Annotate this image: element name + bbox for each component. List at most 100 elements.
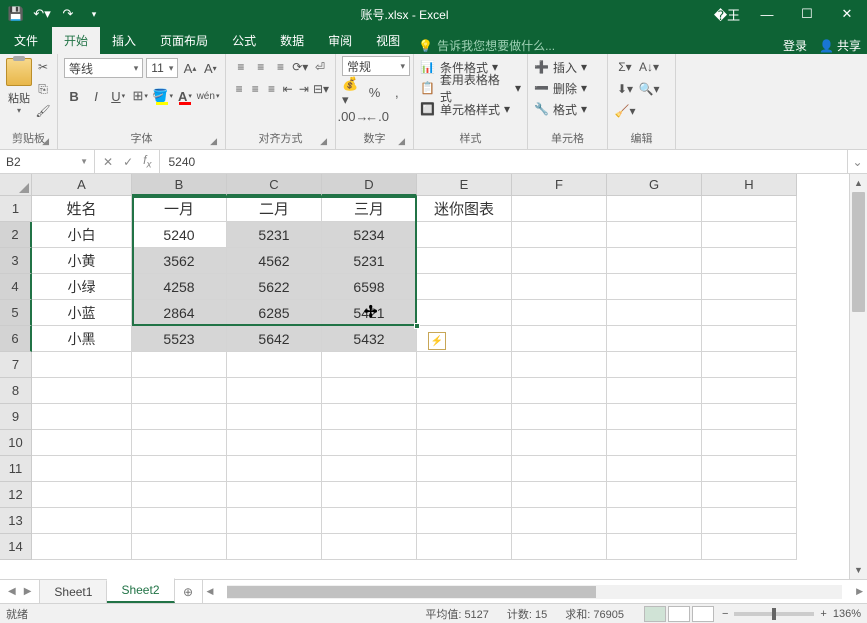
- tab-formulas[interactable]: 公式: [220, 27, 268, 54]
- cells-area[interactable]: 姓名一月二月三月迷你图表小白524052315234小黄356245625231…: [32, 196, 849, 560]
- row-header-1[interactable]: 1: [0, 196, 32, 222]
- increase-font-button[interactable]: A▴: [181, 56, 198, 80]
- format-painter-button[interactable]: 🖌: [34, 102, 52, 120]
- align-bottom-button[interactable]: ≡: [272, 56, 290, 78]
- cell-E11[interactable]: [417, 456, 512, 482]
- cell-F12[interactable]: [512, 482, 607, 508]
- row-header-5[interactable]: 5: [0, 300, 32, 326]
- cell-F2[interactable]: [512, 222, 607, 248]
- decrease-decimal-button[interactable]: ←.0: [366, 104, 388, 128]
- zoom-level[interactable]: 136%: [833, 608, 861, 620]
- bold-button[interactable]: B: [64, 84, 84, 108]
- underline-button[interactable]: U▾: [108, 84, 128, 108]
- merge-button[interactable]: ⊟▾: [313, 78, 329, 100]
- cell-B6[interactable]: 5523: [132, 326, 227, 352]
- cell-C5[interactable]: 6285: [227, 300, 322, 326]
- cell-H1[interactable]: [702, 196, 797, 222]
- cell-G13[interactable]: [607, 508, 702, 534]
- cell-B2[interactable]: 5240: [132, 222, 227, 248]
- cell-H4[interactable]: [702, 274, 797, 300]
- row-header-11[interactable]: 11: [0, 456, 32, 482]
- cell-H2[interactable]: [702, 222, 797, 248]
- cell-H14[interactable]: [702, 534, 797, 560]
- font-color-button[interactable]: A▾: [175, 84, 195, 108]
- cell-G1[interactable]: [607, 196, 702, 222]
- cell-styles-button[interactable]: 🔲单元格样式 ▾: [420, 99, 521, 119]
- italic-button[interactable]: I: [86, 84, 106, 108]
- cell-D14[interactable]: [322, 534, 417, 560]
- cancel-formula-icon[interactable]: ✕: [103, 155, 113, 169]
- share-button[interactable]: 👤共享: [819, 37, 861, 54]
- cell-H9[interactable]: [702, 404, 797, 430]
- cell-G5[interactable]: [607, 300, 702, 326]
- formula-input[interactable]: 5240: [160, 155, 847, 169]
- cell-E4[interactable]: [417, 274, 512, 300]
- cell-C1[interactable]: 二月: [227, 196, 322, 222]
- select-all-button[interactable]: [0, 174, 32, 196]
- cell-F1[interactable]: [512, 196, 607, 222]
- column-header-A[interactable]: A: [32, 174, 132, 196]
- scroll-up-button[interactable]: ▲: [850, 174, 867, 192]
- cell-D10[interactable]: [322, 430, 417, 456]
- cell-E1[interactable]: 迷你图表: [417, 196, 512, 222]
- align-left-button[interactable]: ≡: [232, 78, 246, 100]
- orientation-button[interactable]: ⟳▾: [291, 56, 309, 78]
- cell-D9[interactable]: [322, 404, 417, 430]
- tab-home[interactable]: 开始: [52, 27, 100, 54]
- cell-H8[interactable]: [702, 378, 797, 404]
- cell-E13[interactable]: [417, 508, 512, 534]
- cell-E14[interactable]: [417, 534, 512, 560]
- cell-D8[interactable]: [322, 378, 417, 404]
- cell-D12[interactable]: [322, 482, 417, 508]
- cell-F14[interactable]: [512, 534, 607, 560]
- cell-C9[interactable]: [227, 404, 322, 430]
- cell-B1[interactable]: 一月: [132, 196, 227, 222]
- align-launcher[interactable]: ◢: [320, 136, 327, 147]
- cell-C2[interactable]: 5231: [227, 222, 322, 248]
- close-button[interactable]: ✕: [827, 0, 867, 28]
- cell-B5[interactable]: 2864: [132, 300, 227, 326]
- minimize-button[interactable]: —: [747, 0, 787, 28]
- enter-formula-icon[interactable]: ✓: [123, 155, 133, 169]
- tab-insert[interactable]: 插入: [100, 27, 148, 54]
- align-right-button[interactable]: ≡: [264, 78, 278, 100]
- horizontal-scroll-thumb[interactable]: [227, 586, 596, 598]
- cell-E5[interactable]: [417, 300, 512, 326]
- normal-view-button[interactable]: [644, 606, 666, 622]
- cell-A2[interactable]: 小白: [32, 222, 132, 248]
- format-cells-button[interactable]: 🔧格式 ▾: [534, 99, 601, 119]
- cell-A13[interactable]: [32, 508, 132, 534]
- fx-icon[interactable]: fx: [143, 153, 151, 170]
- row-header-14[interactable]: 14: [0, 534, 32, 560]
- clear-button[interactable]: 🧹▾: [614, 100, 636, 122]
- cell-H13[interactable]: [702, 508, 797, 534]
- zoom-in-button[interactable]: +: [820, 608, 826, 620]
- tab-review[interactable]: 审阅: [316, 27, 364, 54]
- cell-B3[interactable]: 3562: [132, 248, 227, 274]
- cell-D4[interactable]: 6598: [322, 274, 417, 300]
- cell-H7[interactable]: [702, 352, 797, 378]
- qat-customize-icon[interactable]: ▾: [86, 6, 102, 22]
- cell-G11[interactable]: [607, 456, 702, 482]
- login-link[interactable]: 登录: [783, 37, 807, 54]
- cell-F5[interactable]: [512, 300, 607, 326]
- row-header-8[interactable]: 8: [0, 378, 32, 404]
- horizontal-scrollbar[interactable]: ◀ ▶: [203, 580, 867, 603]
- scroll-down-button[interactable]: ▼: [850, 561, 867, 579]
- tab-view[interactable]: 视图: [364, 27, 412, 54]
- cell-C3[interactable]: 4562: [227, 248, 322, 274]
- cell-F7[interactable]: [512, 352, 607, 378]
- tab-page-layout[interactable]: 页面布局: [148, 27, 220, 54]
- cell-G4[interactable]: [607, 274, 702, 300]
- cell-C10[interactable]: [227, 430, 322, 456]
- cell-C13[interactable]: [227, 508, 322, 534]
- cell-G6[interactable]: [607, 326, 702, 352]
- cell-D1[interactable]: 三月: [322, 196, 417, 222]
- cell-A10[interactable]: [32, 430, 132, 456]
- cell-C6[interactable]: 5642: [227, 326, 322, 352]
- cell-F9[interactable]: [512, 404, 607, 430]
- cell-D6[interactable]: 5432: [322, 326, 417, 352]
- column-header-E[interactable]: E: [417, 174, 512, 196]
- cell-B13[interactable]: [132, 508, 227, 534]
- copy-button[interactable]: ⎘: [34, 80, 52, 98]
